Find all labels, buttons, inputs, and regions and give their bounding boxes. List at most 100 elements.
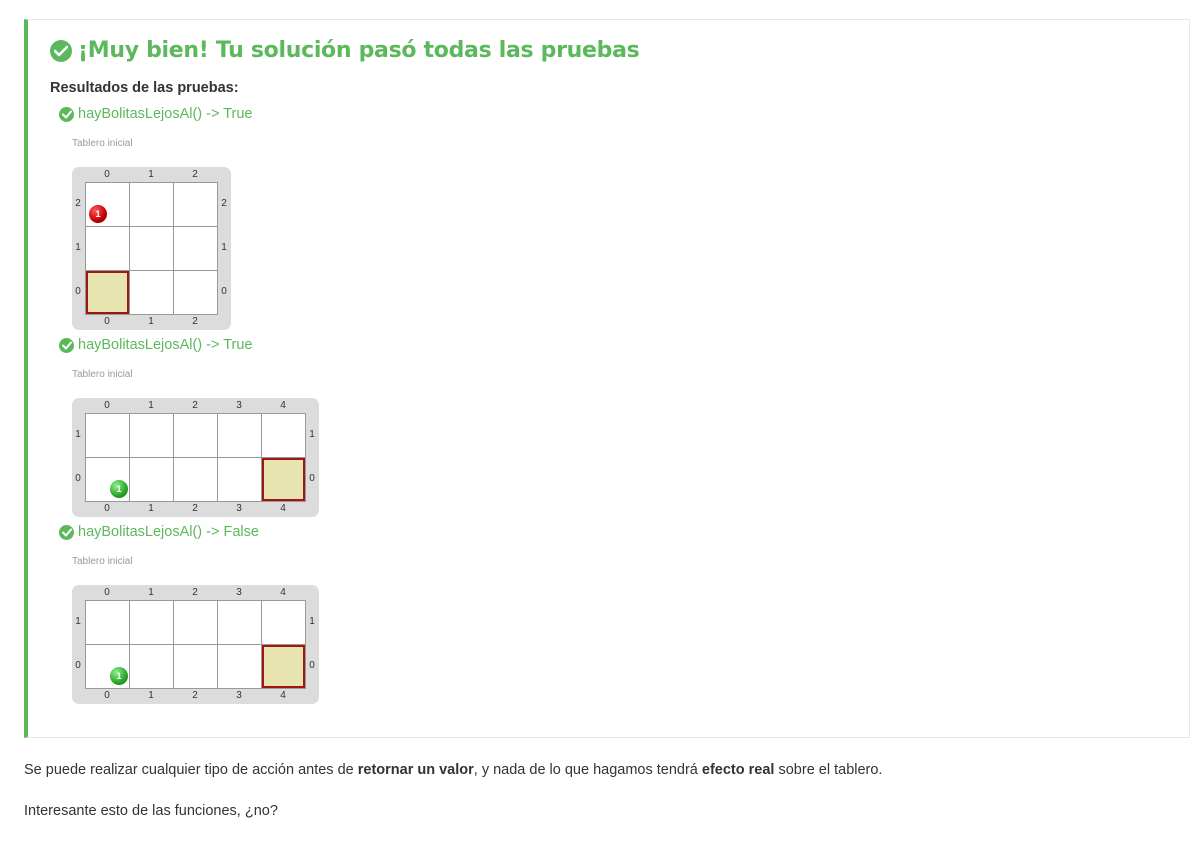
board-cell <box>130 271 174 315</box>
row-label: 0 <box>309 660 315 671</box>
test-title: hayBolitasLejosAl() -> True <box>59 337 252 353</box>
row-label: 1 <box>221 242 227 253</box>
board-caption: Tablero inicial <box>72 369 133 380</box>
board-cell <box>130 414 174 458</box>
column-label: 2 <box>192 400 198 411</box>
row-label: 1 <box>309 616 315 627</box>
row-label: 0 <box>75 473 81 484</box>
column-label: 3 <box>236 503 242 514</box>
test-label: hayBolitasLejosAl() -> True <box>78 337 253 353</box>
column-label: 0 <box>104 690 110 701</box>
column-label: 3 <box>236 587 242 598</box>
board-grid: 1 <box>85 413 306 502</box>
board-cell <box>218 601 262 645</box>
paragraph-bold: retornar un valor <box>357 762 474 778</box>
check-circle-icon <box>59 524 74 540</box>
column-label: 3 <box>236 400 242 411</box>
test-label: hayBolitasLejosAl() -> False <box>78 524 259 540</box>
row-label: 1 <box>75 616 81 627</box>
row-label: 1 <box>309 429 315 440</box>
board-cell <box>174 414 218 458</box>
test-label: hayBolitasLejosAl() -> True <box>78 106 253 122</box>
column-label: 1 <box>148 503 154 514</box>
board-cell <box>174 227 218 271</box>
column-label: 2 <box>192 690 198 701</box>
board-cell: 1 <box>86 183 130 227</box>
column-label: 1 <box>148 400 154 411</box>
bolita-green: 1 <box>110 480 128 498</box>
board-cell <box>218 645 262 689</box>
column-label: 2 <box>192 503 198 514</box>
board-grid: 1 <box>85 182 218 315</box>
results-heading: Resultados de las pruebas: <box>50 80 239 96</box>
board-cell <box>174 271 218 315</box>
row-label: 0 <box>75 660 81 671</box>
row-label: 0 <box>309 473 315 484</box>
success-title: ¡Muy bien! Tu solución pasó todas las pr… <box>50 38 640 63</box>
board-cell <box>262 601 306 645</box>
paragraph-text: Se puede realizar cualquier tipo de acci… <box>24 762 358 778</box>
board-cell <box>174 183 218 227</box>
paragraph-text: , y nada de lo que hagamos tendrá <box>473 762 702 778</box>
row-label: 0 <box>221 286 227 297</box>
board-cell <box>130 645 174 689</box>
board-cell <box>174 458 218 502</box>
row-label: 2 <box>221 198 227 209</box>
paragraph-text: sobre el tablero. <box>774 762 883 778</box>
board-cell <box>86 414 130 458</box>
paragraph-bold: efecto real <box>701 762 775 778</box>
row-label: 0 <box>75 286 81 297</box>
board-grid: 1 <box>85 600 306 689</box>
column-label: 1 <box>148 587 154 598</box>
board: 0011222211001 <box>72 167 231 330</box>
board-cell <box>130 458 174 502</box>
board-head-cell <box>262 458 306 502</box>
check-circle-icon <box>59 337 74 353</box>
board-head-cell <box>86 271 130 315</box>
board-cell <box>262 414 306 458</box>
test-title: hayBolitasLejosAl() -> True <box>59 106 252 122</box>
board-cell <box>86 601 130 645</box>
row-label: 1 <box>75 429 81 440</box>
column-label: 1 <box>148 169 154 180</box>
board: 001122334411001 <box>72 398 319 517</box>
board-cell: 1 <box>86 645 130 689</box>
column-label: 1 <box>148 690 154 701</box>
column-label: 0 <box>104 587 110 598</box>
column-label: 4 <box>280 503 286 514</box>
column-label: 0 <box>104 316 110 327</box>
bolita-green: 1 <box>110 667 128 685</box>
board-cell <box>218 414 262 458</box>
board-cell <box>130 183 174 227</box>
paragraph-actions: Se puede realizar cualquier tipo de acci… <box>24 762 882 778</box>
row-label: 1 <box>75 242 81 253</box>
board-cell <box>130 601 174 645</box>
board: 001122334411001 <box>72 585 319 704</box>
board-caption: Tablero inicial <box>72 138 133 149</box>
board-caption: Tablero inicial <box>72 556 133 567</box>
check-circle-icon <box>59 106 74 122</box>
board-cell <box>174 601 218 645</box>
board-cell <box>86 227 130 271</box>
column-label: 0 <box>104 169 110 180</box>
board-cell <box>218 458 262 502</box>
paragraph-interesting: Interesante esto de las funciones, ¿no? <box>24 803 278 819</box>
column-label: 4 <box>280 400 286 411</box>
column-label: 0 <box>104 400 110 411</box>
column-label: 0 <box>104 503 110 514</box>
column-label: 2 <box>192 587 198 598</box>
bolita-red: 1 <box>89 205 107 223</box>
column-label: 2 <box>192 316 198 327</box>
board-cell <box>130 227 174 271</box>
column-label: 2 <box>192 169 198 180</box>
column-label: 4 <box>280 690 286 701</box>
board-cell <box>174 645 218 689</box>
column-label: 3 <box>236 690 242 701</box>
test-title: hayBolitasLejosAl() -> False <box>59 524 259 540</box>
success-title-text: ¡Muy bien! Tu solución pasó todas las pr… <box>78 38 640 63</box>
row-label: 2 <box>75 198 81 209</box>
check-circle-icon <box>50 39 72 62</box>
board-cell: 1 <box>86 458 130 502</box>
column-label: 1 <box>148 316 154 327</box>
board-head-cell <box>262 645 306 689</box>
